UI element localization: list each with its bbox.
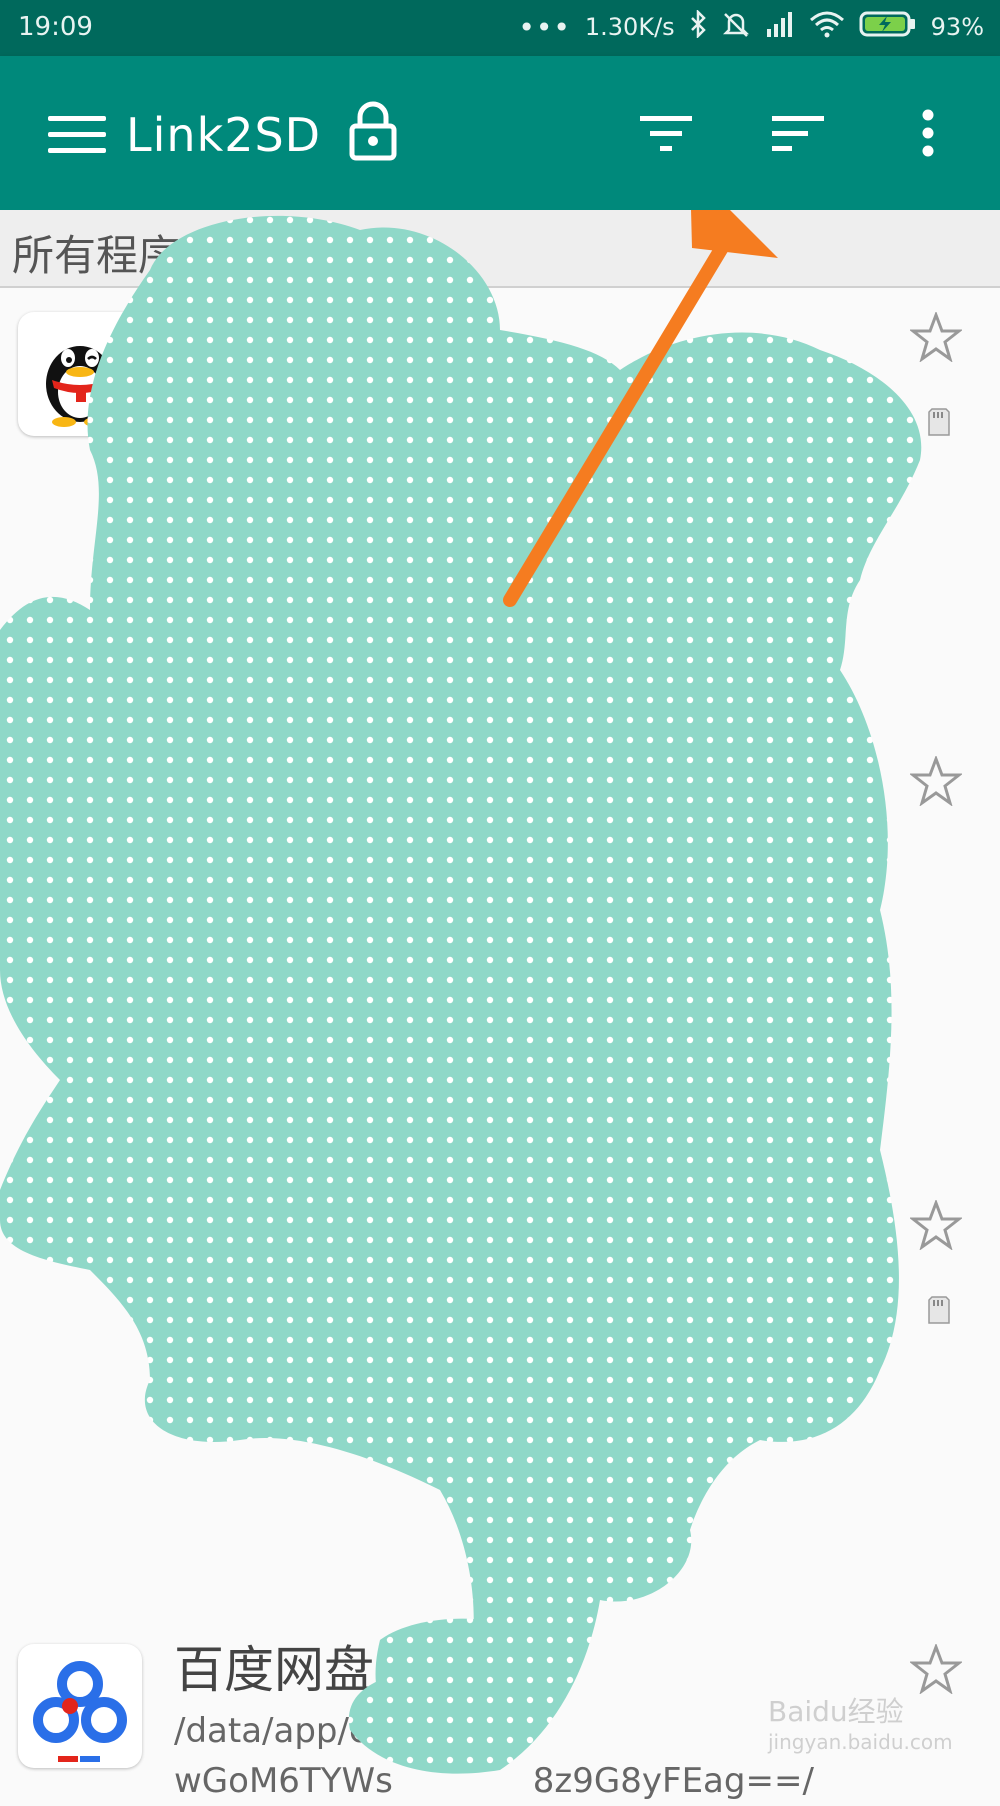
mute-icon [721, 10, 751, 44]
watermark-url: jingyan.baidu.com [768, 1730, 953, 1754]
battery-percent: 93% [930, 13, 984, 41]
filter-icon[interactable] [640, 114, 692, 158]
lock-icon[interactable] [348, 100, 398, 166]
watermark: Baidu经验 jingyan.baidu.com [768, 1690, 953, 1754]
app-path-line: /data/app/co [174, 1711, 389, 1751]
app-title: Link2SD [126, 108, 322, 162]
app-path: /data/app/co wGoM6TYWs 8z9G8yFEag==/ [174, 1706, 814, 1806]
app-row[interactable]: ne [0, 732, 1000, 1178]
sd-card-icon [928, 1296, 950, 1328]
app-name: 百度网盘 [174, 1641, 374, 1699]
battery-icon [859, 10, 917, 44]
net-speed: 1.30K/s [584, 13, 675, 41]
app-path-part: wGoM6TYWs [174, 1761, 393, 1801]
app-row[interactable]: mobileqq- [0, 288, 1000, 734]
section-label: 所有程序 (51 [12, 231, 264, 280]
watermark-brand: Baidu经验 [768, 1695, 904, 1728]
status-icons: ••• 1.30K/s 93% [518, 8, 984, 44]
bluetooth-icon [689, 8, 707, 44]
status-bar: 19:09 ••• 1.30K/s 93% [0, 0, 1000, 56]
menu-icon[interactable] [48, 116, 106, 156]
wifi-icon [809, 10, 845, 44]
baidu-netdisk-icon [18, 1644, 142, 1768]
qq-penguin-icon [18, 312, 142, 436]
star-icon[interactable] [908, 310, 964, 366]
app-path-line: wGoM6TYWs 8z9G8yFEag==/ [174, 1756, 814, 1806]
app-path: ne [724, 817, 767, 857]
section-header: 所有程序 (51 [0, 210, 1000, 288]
sd-card-icon [928, 408, 950, 440]
star-icon[interactable] [908, 754, 964, 810]
more-vert-icon[interactable] [920, 108, 936, 162]
app-path-part: 8z9G8yFEag==/ [532, 1761, 814, 1801]
app-path: mobileqq- [554, 373, 725, 413]
app-bar: Link2SD [0, 56, 1000, 210]
sort-icon[interactable] [772, 114, 824, 158]
signal-icon [765, 11, 795, 43]
status-time: 19:09 [18, 12, 93, 42]
more-dots-icon: ••• [518, 10, 571, 44]
app-row[interactable] [0, 1176, 1000, 1622]
star-icon[interactable] [908, 1198, 964, 1254]
